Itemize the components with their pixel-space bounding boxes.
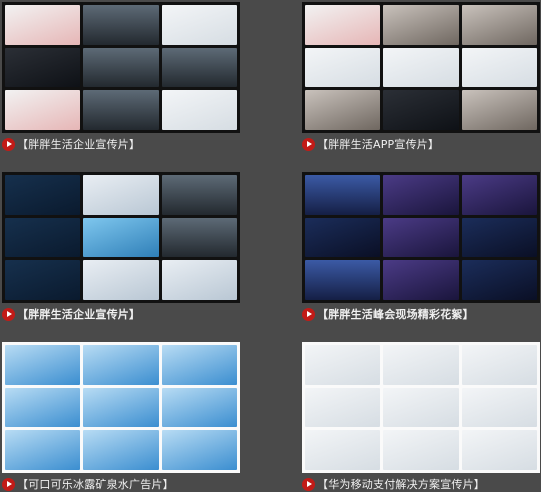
thumbnail-frame [5,430,81,470]
video-caption-link[interactable]: 【胖胖生活APP宣传片】 [302,136,439,152]
thumbnail-frame [161,5,237,45]
thumbnail-frame [5,5,81,45]
thumbnail-frame [5,47,81,88]
video-thumbnail[interactable] [302,2,540,133]
thumbnail-frame [383,90,459,130]
thumbnail-frame [83,90,159,130]
thumbnail-frame [161,175,237,215]
thumbnail-frame [461,345,537,385]
video-title: 【胖胖生活企业宣传片】 [17,308,141,321]
thumbnail-frame [461,90,537,130]
thumbnail-frame [83,217,159,258]
video-caption-link[interactable]: 【可口可乐冰露矿泉水广告片】 [2,476,174,492]
thumbnail-frame [461,47,537,88]
thumbnail-frame [461,5,537,45]
thumbnail-frame [161,260,237,300]
thumbnail-frame [83,5,159,45]
thumbnail-frame [461,260,537,300]
thumbnail-frame [383,387,459,428]
thumbnail-frame [5,387,81,428]
thumbnail-frame [5,345,81,385]
video-thumbnail[interactable] [2,2,240,133]
thumbnail-frame [305,387,381,428]
thumbnail-frame [161,217,237,258]
thumbnail-frame [461,387,537,428]
thumbnail-frame [383,47,459,88]
thumbnail-frame [461,217,537,258]
thumbnail-frame [305,5,381,45]
thumbnail-frame [83,430,159,470]
thumbnail-frame [305,90,381,130]
thumbnail-frame [383,430,459,470]
thumbnail-frame [305,175,381,215]
video-title: 【华为移动支付解决方案宣传片】 [317,478,485,491]
video-thumbnail[interactable] [2,172,240,303]
play-icon [2,307,15,321]
thumbnail-frame [161,90,237,130]
thumbnail-frame [305,217,381,258]
play-icon [302,307,315,321]
play-icon [302,137,315,151]
video-thumbnail[interactable] [302,172,540,303]
thumbnail-frame [83,345,159,385]
thumbnail-frame [5,90,81,130]
thumbnail-frame [383,175,459,215]
thumbnail-frame [83,47,159,88]
thumbnail-frame [161,345,237,385]
thumbnail-frame [5,260,81,300]
video-caption-link[interactable]: 【胖胖生活企业宣传片】 [2,306,140,322]
video-thumbnail[interactable] [302,342,540,473]
thumbnail-frame [383,345,459,385]
video-title: 【可口可乐冰露矿泉水广告片】 [17,478,174,491]
video-thumbnail[interactable] [2,342,240,473]
thumbnail-frame [83,175,159,215]
video-title: 【胖胖生活APP宣传片】 [317,138,440,151]
video-caption-link[interactable]: 【胖胖生活企业宣传片】 [2,136,140,152]
video-title: 【胖胖生活峰会现场精彩花絮】 [317,308,474,321]
video-caption-link[interactable]: 【华为移动支付解决方案宣传片】 [302,476,485,492]
thumbnail-frame [83,260,159,300]
video-caption-link[interactable]: 【胖胖生活峰会现场精彩花絮】 [302,306,474,322]
thumbnail-frame [83,387,159,428]
thumbnail-frame [305,430,381,470]
thumbnail-frame [305,345,381,385]
play-icon [2,137,15,151]
thumbnail-frame [305,260,381,300]
thumbnail-frame [161,47,237,88]
thumbnail-frame [383,5,459,45]
thumbnail-frame [461,175,537,215]
thumbnail-frame [5,217,81,258]
video-title: 【胖胖生活企业宣传片】 [17,138,141,151]
thumbnail-frame [305,47,381,88]
thumbnail-frame [5,175,81,215]
thumbnail-frame [383,217,459,258]
thumbnail-frame [161,387,237,428]
thumbnail-frame [161,430,237,470]
thumbnail-frame [383,260,459,300]
thumbnail-frame [461,430,537,470]
